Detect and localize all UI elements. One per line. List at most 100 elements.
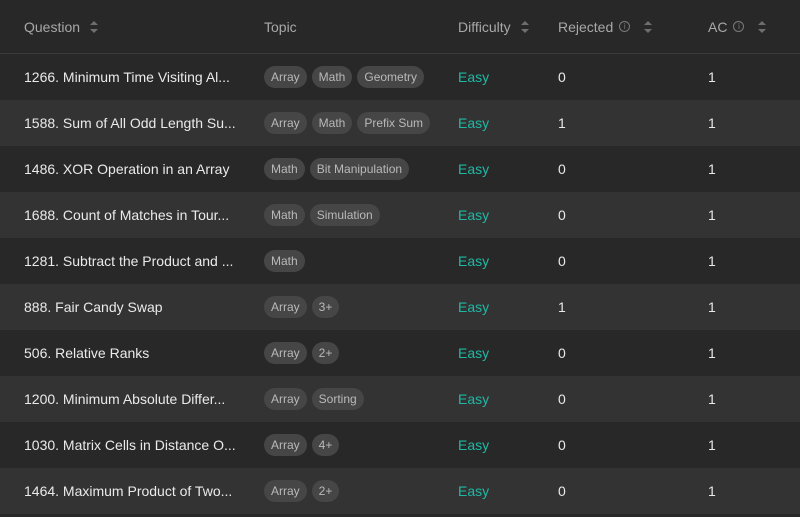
column-header-topic: Topic bbox=[264, 19, 297, 35]
ac-count: 1 bbox=[708, 391, 716, 407]
ac-count: 1 bbox=[708, 115, 716, 131]
ac-count: 1 bbox=[708, 253, 716, 269]
difficulty-cell: Easy bbox=[458, 299, 489, 315]
column-header-difficulty[interactable]: Difficulty bbox=[458, 19, 529, 35]
question-cell: 1486. XOR Operation in an Array bbox=[24, 161, 229, 177]
rejected-cell: 0 bbox=[558, 69, 566, 85]
column-header-ac[interactable]: AC i bbox=[708, 18, 767, 35]
topic-tag[interactable]: 2+ bbox=[311, 480, 340, 502]
question-link[interactable]: 1464. Maximum Product of Two... bbox=[24, 483, 232, 499]
column-header-question[interactable]: Question bbox=[24, 18, 99, 35]
topic-tag[interactable]: Array bbox=[264, 112, 307, 134]
table-row[interactable]: 1281. Subtract the Product and ... Math Ea… bbox=[0, 238, 800, 284]
ac-cell: 1 bbox=[708, 345, 716, 361]
table-row[interactable]: 1266. Minimum Time Visiting Al... Array Ma… bbox=[0, 54, 800, 100]
info-icon[interactable]: i bbox=[733, 21, 745, 32]
table-row[interactable]: 1588. Sum of All Odd Length Su... Array Ma… bbox=[0, 100, 800, 146]
ac-count: 1 bbox=[708, 437, 716, 453]
rejected-count: 0 bbox=[558, 391, 566, 407]
question-link[interactable]: 1030. Matrix Cells in Distance O... bbox=[24, 437, 236, 453]
difficulty-label: Easy bbox=[458, 437, 490, 453]
sort-icon[interactable] bbox=[520, 20, 529, 33]
topic-tag[interactable]: Prefix Sum bbox=[357, 112, 431, 134]
topic-tag[interactable]: Array bbox=[264, 434, 307, 456]
table-row[interactable]: 1486. XOR Operation in an Array Math Bit M… bbox=[0, 146, 800, 192]
topic-tag[interactable]: Array bbox=[264, 388, 307, 410]
question-link[interactable]: 506. Relative Ranks bbox=[24, 345, 149, 361]
topic-tag[interactable]: Geometry bbox=[357, 66, 425, 88]
table-row[interactable]: 1030. Matrix Cells in Distance O... Array… bbox=[0, 422, 800, 468]
table-row[interactable]: 506. Relative Ranks Array 2+ Easy 0 1 bbox=[0, 330, 800, 376]
question-link[interactable]: 1266. Minimum Time Visiting Al... bbox=[24, 69, 230, 85]
topic-tag[interactable]: Array bbox=[264, 342, 307, 364]
ac-cell: 1 bbox=[708, 299, 716, 315]
topic-tag[interactable]: 2+ bbox=[311, 342, 340, 364]
topic-cell: Math Simulation bbox=[264, 204, 385, 226]
question-header-label: Question bbox=[24, 18, 81, 35]
question-cell: 1588. Sum of All Odd Length Su... bbox=[24, 115, 236, 131]
topic-tag[interactable]: Math bbox=[264, 158, 305, 180]
ac-count: 1 bbox=[708, 161, 716, 177]
topic-header-label: Topic bbox=[264, 18, 297, 35]
topic-tag[interactable]: Array bbox=[264, 296, 307, 318]
topic-tag[interactable]: Math bbox=[264, 204, 305, 226]
topic-tag[interactable]: Array bbox=[264, 66, 307, 88]
table-body: 1266. Minimum Time Visiting Al... Array Ma… bbox=[0, 54, 800, 514]
ac-count: 1 bbox=[708, 345, 716, 361]
rejected-cell: 1 bbox=[558, 115, 566, 131]
sort-icon[interactable] bbox=[90, 20, 99, 33]
topic-tag[interactable]: Bit Manipulation bbox=[309, 158, 410, 180]
difficulty-label: Easy bbox=[458, 483, 490, 499]
topic-tag[interactable]: Math bbox=[311, 112, 353, 134]
ac-cell: 1 bbox=[708, 483, 716, 499]
difficulty-label: Easy bbox=[458, 345, 490, 361]
rejected-count: 0 bbox=[558, 69, 566, 85]
topic-tag[interactable]: 4+ bbox=[311, 434, 340, 456]
question-link[interactable]: 1200. Minimum Absolute Differ... bbox=[24, 391, 225, 407]
rejected-count: 1 bbox=[558, 115, 566, 131]
table-row[interactable]: 1200. Minimum Absolute Differ... Array Sor… bbox=[0, 376, 800, 422]
topic-tag[interactable]: 3+ bbox=[311, 296, 340, 318]
topic-tag[interactable]: Array bbox=[264, 480, 307, 502]
difficulty-cell: Easy bbox=[458, 345, 489, 361]
rejected-count: 1 bbox=[558, 299, 566, 315]
topic-tag[interactable]: Math bbox=[311, 66, 353, 88]
topic-cell: Array Math Prefix Sum bbox=[264, 112, 435, 134]
topic-tag[interactable]: Simulation bbox=[309, 204, 380, 226]
rejected-count: 0 bbox=[558, 345, 566, 361]
rejected-cell: 0 bbox=[558, 161, 566, 177]
info-icon[interactable]: i bbox=[619, 21, 631, 32]
question-cell: 1266. Minimum Time Visiting Al... bbox=[24, 69, 230, 85]
rejected-count: 0 bbox=[558, 253, 566, 269]
table-row[interactable]: 1464. Maximum Product of Two... Array 2+ Ea… bbox=[0, 468, 800, 514]
question-cell: 1200. Minimum Absolute Differ... bbox=[24, 391, 225, 407]
rejected-cell: 0 bbox=[558, 345, 566, 361]
sort-icon[interactable] bbox=[758, 20, 767, 33]
question-link[interactable]: 1281. Subtract the Product and ... bbox=[24, 253, 233, 269]
rejected-cell: 0 bbox=[558, 391, 566, 407]
question-link[interactable]: 1688. Count of Matches in Tour... bbox=[24, 207, 229, 223]
problem-table: Question Topic Difficulty Rejected i AC … bbox=[0, 0, 800, 517]
difficulty-cell: Easy bbox=[458, 437, 489, 453]
topic-cell: Array 2+ bbox=[264, 342, 344, 364]
question-link[interactable]: 1486. XOR Operation in an Array bbox=[24, 161, 229, 177]
sort-icon[interactable] bbox=[644, 20, 653, 33]
rejected-cell: 0 bbox=[558, 253, 566, 269]
table-row[interactable]: 888. Fair Candy Swap Array 3+ Easy 1 1 bbox=[0, 284, 800, 330]
question-link[interactable]: 1588. Sum of All Odd Length Su... bbox=[24, 115, 236, 131]
difficulty-label: Easy bbox=[458, 161, 490, 177]
topic-tag[interactable]: Sorting bbox=[311, 388, 364, 410]
rejected-count: 0 bbox=[558, 437, 566, 453]
table-row[interactable]: 1688. Count of Matches in Tour... Math Sim… bbox=[0, 192, 800, 238]
difficulty-cell: Easy bbox=[458, 69, 489, 85]
question-link[interactable]: 888. Fair Candy Swap bbox=[24, 299, 163, 315]
difficulty-cell: Easy bbox=[458, 391, 489, 407]
ac-cell: 1 bbox=[708, 115, 716, 131]
question-cell: 1281. Subtract the Product and ... bbox=[24, 253, 233, 269]
question-cell: 1030. Matrix Cells in Distance O... bbox=[24, 437, 236, 453]
ac-header-label: AC bbox=[708, 18, 728, 35]
column-header-rejected[interactable]: Rejected i bbox=[558, 19, 653, 35]
topic-tag[interactable]: Math bbox=[264, 250, 305, 272]
rejected-cell: 0 bbox=[558, 483, 566, 499]
ac-cell: 1 bbox=[708, 69, 716, 85]
